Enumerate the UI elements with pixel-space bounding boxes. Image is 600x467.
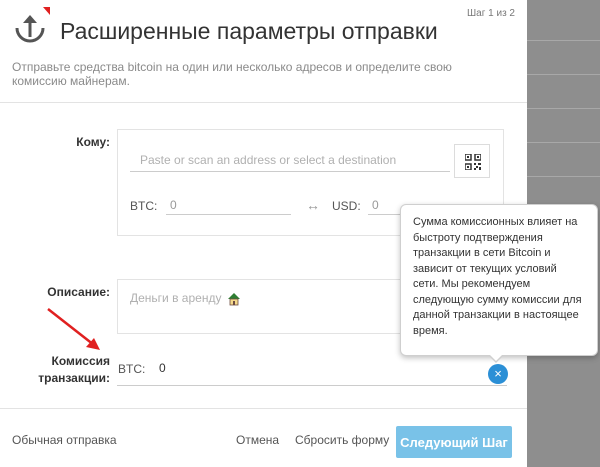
fee-label-line1: Комиссия [51,354,110,368]
background-divider [527,108,600,109]
next-step-button[interactable]: Следующий Шаг [396,426,512,458]
description-text: Деньги в аренду [130,291,222,305]
scan-qr-button[interactable] [454,144,490,178]
fee-underline [117,385,507,386]
background-divider [527,40,600,41]
background-divider [527,74,600,75]
simple-send-link[interactable]: Обычная отправка [12,433,117,447]
description-input[interactable]: Деньги в аренду [117,279,407,334]
swap-currency-icon[interactable]: ↔ [306,197,320,213]
fee-tooltip: Сумма комиссионных влияет на быстроту по… [400,204,598,356]
header-divider [0,102,527,103]
send-upload-icon [15,7,50,43]
reset-form-button[interactable]: Сбросить форму [295,433,389,447]
fee-label-line2: транзакции: [38,371,110,385]
to-label: Кому: [76,135,110,149]
background-divider [527,176,600,177]
annotation-arrow-icon [47,308,100,350]
page-title: Расширенные параметры отправки [60,18,438,44]
house-emoji-icon [227,292,240,306]
close-icon[interactable]: × [488,364,508,384]
page-subtitle: Отправьте средства bitcoin на один или н… [12,60,452,88]
fee-btc-label: BTC: [118,362,146,376]
description-label: Описание: [47,285,110,299]
btc-amount-label: BTC: [130,199,158,213]
tooltip-arrow-inner [489,354,503,361]
fee-label: Комиссия транзакции: [38,353,110,387]
background-divider [527,142,600,143]
footer-divider [0,408,527,409]
qr-code-icon [465,154,481,170]
address-input[interactable] [130,148,450,172]
usd-amount-label: USD: [332,199,361,213]
step-indicator: Шаг 1 из 2 [466,8,515,19]
btc-amount-input[interactable] [166,195,291,215]
cancel-button[interactable]: Отмена [236,433,279,447]
fee-input[interactable]: 0 [159,361,166,375]
